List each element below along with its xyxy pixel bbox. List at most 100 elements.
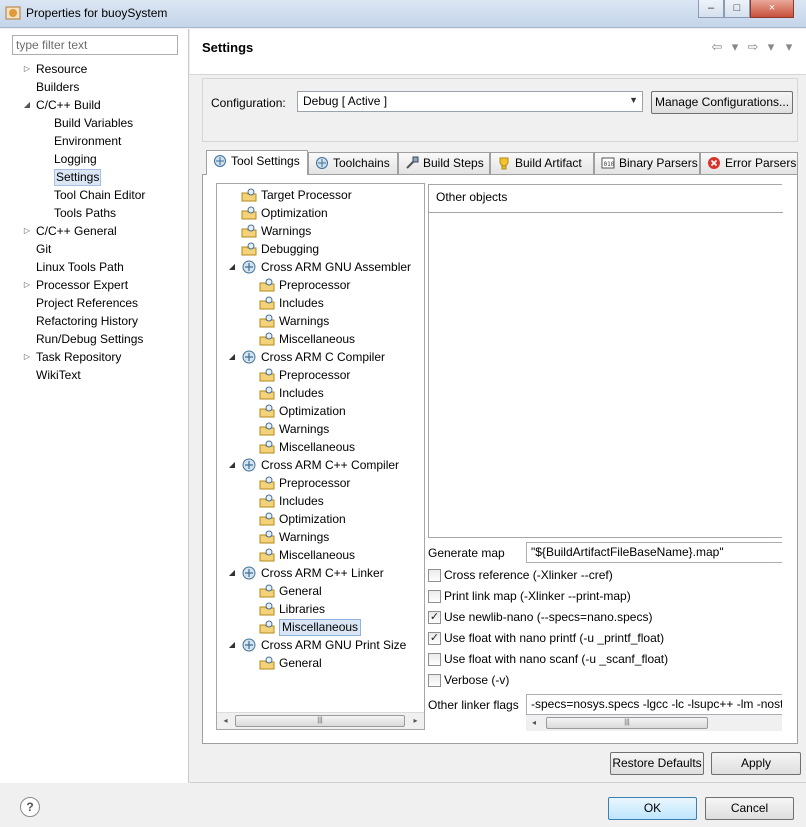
tab-tool-settings[interactable]: Tool Settings <box>206 150 308 175</box>
tab-build-artifact[interactable]: Build Artifact <box>490 152 594 174</box>
tree-horizontal-scrollbar[interactable]: ◂ ||| ▸ <box>217 712 424 729</box>
tree-item[interactable]: Preprocessor <box>217 366 423 384</box>
tree-item[interactable]: Preprocessor <box>217 276 423 294</box>
sidebar-item-logging[interactable]: Logging <box>0 150 188 168</box>
back-icon[interactable]: ⇦ <box>710 39 724 55</box>
tree-item[interactable]: Miscellaneous <box>217 618 423 636</box>
tree-item[interactable]: ◢ Cross ARM C++ Compiler <box>217 456 423 474</box>
forward-menu-icon[interactable]: ▾ <box>764 39 778 55</box>
close-button[interactable]: × <box>750 0 794 18</box>
collapse-toggle-icon[interactable]: ◢ <box>227 456 237 474</box>
other-linker-flags-input[interactable]: -specs=nosys.specs -lgcc -lc -lsupc++ -l… <box>526 694 782 715</box>
checkbox-unchecked-icon[interactable] <box>428 569 441 582</box>
apply-button[interactable]: Apply <box>711 752 801 775</box>
other-objects-list[interactable] <box>428 184 783 538</box>
sidebar-item-tools-paths[interactable]: Tools Paths <box>0 204 188 222</box>
forward-icon[interactable]: ⇨ <box>746 39 760 55</box>
tab-error-parsers[interactable]: Error Parsers <box>700 152 798 174</box>
sidebar-item-settings[interactable]: Settings <box>0 168 188 186</box>
sidebar-item-c-c-general[interactable]: ▷ C/C++ General <box>0 222 188 240</box>
tree-item[interactable]: ◢ Cross ARM GNU Assembler <box>217 258 423 276</box>
option-category-icon <box>259 296 275 310</box>
sidebar-item-refactoring-history[interactable]: Refactoring History <box>0 312 188 330</box>
back-menu-icon[interactable]: ▾ <box>728 39 742 55</box>
tree-item[interactable]: Warnings <box>217 312 423 330</box>
tool-icon <box>242 638 256 652</box>
scroll-left-icon[interactable]: ◂ <box>217 713 234 729</box>
sidebar-item-project-references[interactable]: Project References <box>0 294 188 312</box>
tab-build-steps[interactable]: Build Steps <box>398 152 490 174</box>
checkbox-unchecked-icon[interactable] <box>428 674 441 687</box>
scroll-thumb[interactable]: ||| <box>235 715 405 727</box>
collapse-toggle-icon[interactable]: ◢ <box>227 348 237 366</box>
tree-item[interactable]: Libraries <box>217 600 423 618</box>
cancel-button[interactable]: Cancel <box>705 797 794 820</box>
sidebar-item-wikitext[interactable]: WikiText <box>0 366 188 384</box>
configuration-select[interactable]: Debug [ Active ] ▼ <box>297 91 643 112</box>
sidebar-item-task-repository[interactable]: ▷ Task Repository <box>0 348 188 366</box>
sidebar-item-build-variables[interactable]: Build Variables <box>0 114 188 132</box>
tree-item[interactable]: Miscellaneous <box>217 330 423 348</box>
scroll-thumb[interactable]: ||| <box>546 717 708 729</box>
manage-configurations-button[interactable]: Manage Configurations... <box>651 91 793 114</box>
tree-item[interactable]: Optimization <box>217 204 423 222</box>
filter-input[interactable]: type filter text <box>12 35 178 55</box>
sidebar-item-label: Logging <box>54 152 97 166</box>
tree-item[interactable]: Warnings <box>217 528 423 546</box>
checkbox-label: Print link map (-Xlinker --print-map) <box>444 589 631 603</box>
sidebar-item-environment[interactable]: Environment <box>0 132 188 150</box>
tree-item[interactable]: Warnings <box>217 420 423 438</box>
scroll-left-icon[interactable]: ◂ <box>526 715 542 731</box>
tree-item[interactable]: Includes <box>217 384 423 402</box>
sidebar-item-builders[interactable]: Builders <box>0 78 188 96</box>
tree-item[interactable]: Target Processor <box>217 186 423 204</box>
tree-item[interactable]: General <box>217 654 423 672</box>
tab-toolchains[interactable]: Toolchains <box>308 152 398 174</box>
sidebar-item-run-debug-settings[interactable]: Run/Debug Settings <box>0 330 188 348</box>
tool-icon <box>242 458 256 472</box>
checkbox-checked-icon[interactable]: ✓ <box>428 632 441 645</box>
tree-item[interactable]: General <box>217 582 423 600</box>
checkbox-unchecked-icon[interactable] <box>428 653 441 666</box>
tree-item[interactable]: Includes <box>217 492 423 510</box>
tree-item[interactable]: Warnings <box>217 222 423 240</box>
maximize-button[interactable]: □ <box>724 0 750 18</box>
tab-binary-parsers[interactable]: 010 Binary Parsers <box>594 152 700 174</box>
minimize-button[interactable]: – <box>698 0 724 18</box>
sidebar-item-linux-tools-path[interactable]: Linux Tools Path <box>0 258 188 276</box>
tree-item[interactable]: Miscellaneous <box>217 546 423 564</box>
tree-item[interactable]: Miscellaneous <box>217 438 423 456</box>
tree-item[interactable]: Optimization <box>217 402 423 420</box>
tree-item[interactable]: Preprocessor <box>217 474 423 492</box>
expand-toggle-icon[interactable]: ▷ <box>22 222 32 240</box>
sidebar-item-processor-expert[interactable]: ▷ Processor Expert <box>0 276 188 294</box>
checkbox-unchecked-icon[interactable] <box>428 590 441 603</box>
view-menu-icon[interactable]: ▾ <box>782 39 796 55</box>
sidebar-item-tool-chain-editor[interactable]: Tool Chain Editor <box>0 186 188 204</box>
tree-item[interactable]: Debugging <box>217 240 423 258</box>
sidebar-item-resource[interactable]: ▷ Resource <box>0 60 188 78</box>
tree-item[interactable]: Optimization <box>217 510 423 528</box>
scroll-right-icon[interactable]: ▸ <box>407 713 424 729</box>
generate-map-input[interactable]: "${BuildArtifactFileBaseName}.map" <box>526 542 782 563</box>
checkbox-checked-icon[interactable]: ✓ <box>428 611 441 624</box>
collapse-toggle-icon[interactable]: ◢ <box>227 564 237 582</box>
tree-item-label: Miscellaneous <box>279 619 362 636</box>
help-icon[interactable]: ? <box>20 797 40 817</box>
collapse-toggle-icon[interactable]: ◢ <box>227 258 237 276</box>
expand-toggle-icon[interactable]: ▷ <box>22 60 32 78</box>
sidebar-item-c-c-build[interactable]: ◢ C/C++ Build <box>0 96 188 114</box>
expand-toggle-icon[interactable]: ▷ <box>22 276 32 294</box>
sidebar-item-git[interactable]: Git <box>0 240 188 258</box>
ok-button[interactable]: OK <box>608 797 697 820</box>
tool-settings-icon <box>214 155 226 167</box>
expand-toggle-icon[interactable]: ▷ <box>22 348 32 366</box>
tree-item[interactable]: ◢ Cross ARM GNU Print Size <box>217 636 423 654</box>
linker-flags-scrollbar[interactable]: ◂ ||| <box>526 715 782 731</box>
tree-item[interactable]: ◢ Cross ARM C Compiler <box>217 348 423 366</box>
expand-toggle-icon[interactable]: ◢ <box>22 96 32 114</box>
restore-defaults-button[interactable]: Restore Defaults <box>610 752 704 775</box>
tree-item[interactable]: Includes <box>217 294 423 312</box>
collapse-toggle-icon[interactable]: ◢ <box>227 636 237 654</box>
tree-item[interactable]: ◢ Cross ARM C++ Linker <box>217 564 423 582</box>
